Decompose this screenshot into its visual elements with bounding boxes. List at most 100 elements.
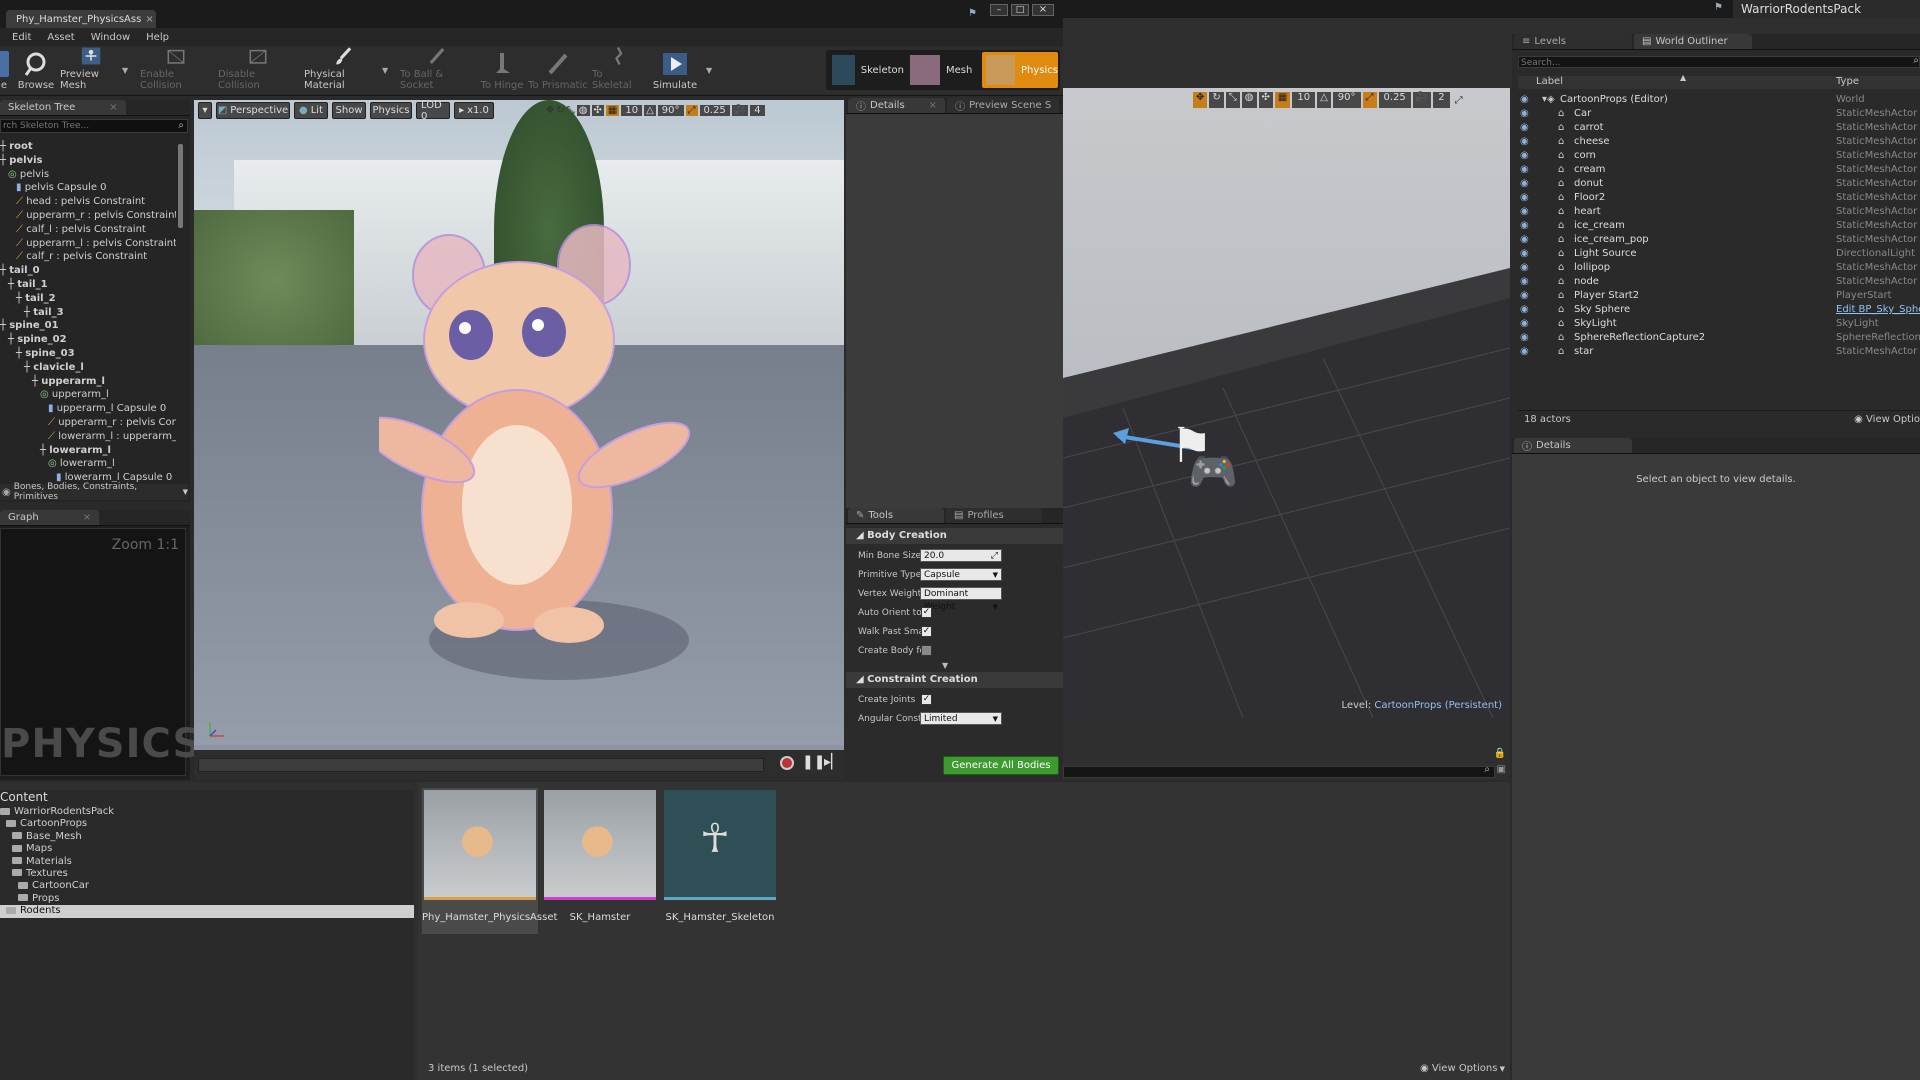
skeleton-tree-scrollbar[interactable]	[178, 144, 183, 228]
visibility-eye-icon[interactable]: ◉	[1520, 107, 1529, 121]
min-bone-size-input[interactable]: 20.0 ⤢	[920, 549, 1002, 562]
visibility-eye-icon[interactable]: ◉	[1520, 163, 1529, 177]
outliner-row[interactable]: ◉ ⌂ SkyLight SkyLight	[1518, 317, 1920, 331]
outliner-search-input[interactable]	[1519, 58, 1899, 68]
menu-asset[interactable]: Asset	[47, 32, 74, 43]
outliner-row[interactable]: ◉ ⌂ ice_cream_pop StaticMeshActor	[1518, 233, 1920, 247]
grid-snap-button[interactable]: ▦	[1274, 92, 1291, 108]
skeleton-filter-dropdown[interactable]: ◉ Bones, Bodies, Constraints, Primitives…	[0, 482, 188, 502]
visibility-eye-icon[interactable]: ◉	[1520, 93, 1529, 107]
level-viewport[interactable]: ⚑ 🎮 ✥ ↻ ⤡ ◍ ✣ ▦ 10 △ 90° ⤢ 0.25 🎥 2 ⤢ Le…	[1063, 88, 1510, 718]
scale-snap-value[interactable]: 0.25	[699, 105, 730, 116]
skeleton-tree-row[interactable]: ┼ spine_02	[0, 333, 176, 347]
primitive-type-select[interactable]: Capsule ▼	[920, 568, 1002, 581]
skeleton-tree-row[interactable]: ┼ spine_03	[0, 347, 176, 361]
preview-mesh-dropdown-icon[interactable]: ▼	[122, 66, 128, 75]
menu-edit[interactable]: Edit	[12, 32, 31, 43]
minimize-button[interactable]: –	[990, 4, 1008, 16]
world-outliner-tab[interactable]: ▤ World Outliner	[1634, 34, 1752, 49]
reset-icon[interactable]: ⤢	[991, 550, 998, 563]
scale-tool-button[interactable]: ⤡	[1225, 92, 1240, 108]
grid-snap-value[interactable]: 10	[621, 105, 643, 116]
scale-icon[interactable]: ⤡	[567, 105, 575, 116]
visibility-eye-icon[interactable]: ◉	[1520, 149, 1529, 163]
timeline-scrubber[interactable]	[198, 758, 764, 772]
hamster-model[interactable]	[379, 220, 699, 680]
vertex-weight-select[interactable]: Dominant Weight ▼	[920, 587, 1002, 612]
playback-speed-button[interactable]: ▸ x1.0	[454, 102, 494, 119]
physical-material-button[interactable]: Physical Material	[304, 46, 384, 94]
asset-tab[interactable]: Phy_Hamster_PhysicsAss ×	[6, 10, 156, 28]
skeleton-tree-row[interactable]: ┼ root	[0, 140, 176, 154]
to-ball-socket-button[interactable]: To Ball & Socket	[400, 46, 474, 94]
simulate-dropdown-icon[interactable]: ▼	[706, 66, 712, 75]
skeleton-tree-row[interactable]: ◎ pelvis	[0, 168, 176, 182]
viewport-options-button[interactable]: ▾	[198, 102, 212, 119]
outliner-row[interactable]: ◉ ⌂ carrot StaticMeshActor	[1518, 121, 1920, 135]
outliner-row[interactable]: ◉ ⌂ SphereReflectionCapture2 SphereReflecti…	[1518, 331, 1920, 345]
visibility-eye-icon[interactable]: ◉	[1520, 247, 1529, 261]
show-button[interactable]: Show	[332, 102, 366, 119]
content-folder[interactable]: Rodents	[0, 905, 414, 918]
rotation-snap-button[interactable]: △	[1317, 92, 1331, 108]
visibility-eye-icon[interactable]: ◉	[1520, 303, 1529, 317]
maximize-button[interactable]: □	[1011, 4, 1029, 16]
visibility-eye-icon[interactable]: ◉	[1520, 177, 1529, 191]
type-column-header[interactable]: Type	[1836, 76, 1859, 87]
world-local-button[interactable]: ◍	[1241, 92, 1257, 108]
menu-help[interactable]: Help	[146, 32, 169, 43]
outliner-row[interactable]: ◉ ⌂ cream StaticMeshActor	[1518, 163, 1920, 177]
content-folder[interactable]: Maps	[0, 843, 414, 855]
skeleton-tree-row[interactable]: ⟋ lowerarm_l : upperarm_l	[0, 430, 176, 444]
constraint-creation-section[interactable]: ◢ Constraint Creation	[846, 672, 1063, 688]
skeleton-tree-row[interactable]: ┼ tail_3	[0, 306, 176, 320]
skeleton-tree-row[interactable]: ⟋ upperarm_l : pelvis Constraint	[0, 237, 176, 251]
to-prismatic-button[interactable]: To Prismatic	[528, 46, 588, 94]
content-folder[interactable]: Props	[0, 893, 414, 905]
visibility-eye-icon[interactable]: ◉	[1520, 317, 1529, 331]
visibility-eye-icon[interactable]: ◉	[1520, 275, 1529, 289]
lit-button[interactable]: ● Lit	[294, 102, 328, 119]
camera-speed-button[interactable]: 🎥	[1412, 92, 1432, 108]
levels-tab[interactable]: ≡ Levels	[1514, 34, 1632, 49]
visibility-eye-icon[interactable]: ◉	[1520, 219, 1529, 233]
skeleton-tree-row[interactable]: ⟋ calf_r : pelvis Constraint	[0, 250, 176, 264]
outliner-row[interactable]: ◉ ⌂ Floor2 StaticMeshActor	[1518, 191, 1920, 205]
outliner-row[interactable]: ◉ ⌂ Light Source DirectionalLight	[1518, 247, 1920, 261]
skeleton-tree-row[interactable]: ⟋ upperarm_r : pelvis Constraint	[0, 209, 176, 223]
right-search-box[interactable]	[1063, 766, 1495, 778]
content-folder[interactable]: CartoonProps	[0, 818, 414, 830]
lock-icon[interactable]: 🔒	[1494, 748, 1506, 759]
search-options-icon[interactable]: ▣	[1497, 764, 1506, 775]
skeleton-tree-row[interactable]: ┼ tail_0	[0, 264, 176, 278]
enable-collision-button[interactable]: Enable Collision	[140, 46, 212, 94]
outliner-row[interactable]: ◉ ⌂ cheese StaticMeshActor	[1518, 135, 1920, 149]
simulate-button[interactable]: Simulate	[652, 46, 698, 94]
skeleton-tree-row[interactable]: ┼ pelvis	[0, 154, 176, 168]
label-column-header[interactable]: Label	[1536, 76, 1563, 87]
feedback-icon[interactable]: ⚑	[968, 8, 977, 19]
scale-snap-button[interactable]: ⤢	[1362, 92, 1377, 108]
content-folder[interactable]: Textures	[0, 868, 414, 880]
outliner-row[interactable]: ◉ ⌂ Player Start2 PlayerStart	[1518, 289, 1920, 303]
rotate-icon[interactable]: ↻	[556, 105, 564, 116]
close-tab-icon[interactable]: ×	[929, 100, 937, 111]
outliner-type[interactable]: Edit BP_Sky_Sphere	[1836, 303, 1920, 317]
translate-tool-button[interactable]: ✥	[1193, 92, 1208, 108]
skeleton-tree-row[interactable]: ▮ lowerarm_l Capsule 0	[0, 471, 176, 482]
grid-snap-value[interactable]: 10	[1292, 92, 1316, 108]
skeleton-tree-row[interactable]: ◎ lowerarm_l	[0, 457, 176, 471]
camera-speed-value[interactable]: 2	[1433, 92, 1450, 108]
outliner-row[interactable]: ◉ ⌂ lollipop StaticMeshActor	[1518, 261, 1920, 275]
disable-collision-button[interactable]: Disable Collision	[218, 46, 298, 94]
physics-mode-button[interactable]: Physics	[982, 52, 1058, 88]
visibility-eye-icon[interactable]: ◉	[1520, 345, 1529, 359]
skeleton-tree-row[interactable]: ┼ tail_2	[0, 292, 176, 306]
skeleton-tree-tab[interactable]: Skeleton Tree ×	[0, 100, 126, 115]
visibility-eye-icon[interactable]: ◉	[1520, 135, 1529, 149]
record-button[interactable]	[780, 756, 794, 770]
preview-scene-tab[interactable]: ⓘ Preview Scene S	[947, 98, 1060, 113]
grid-snap-icon[interactable]: ▦	[605, 105, 620, 116]
auto-orient-checkbox[interactable]: ✓	[921, 607, 932, 618]
to-skeletal-button[interactable]: To Skeletal	[592, 46, 644, 94]
